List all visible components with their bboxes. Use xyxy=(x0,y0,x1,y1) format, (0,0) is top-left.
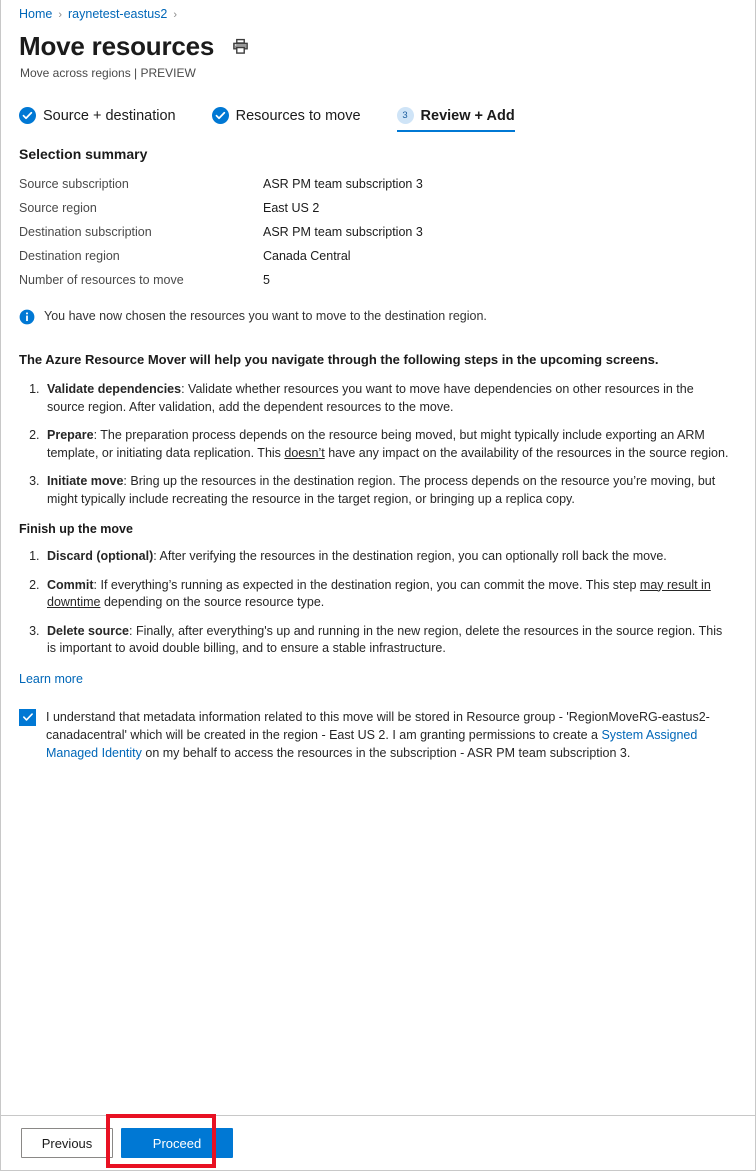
summary-row: Source region East US 2 xyxy=(19,196,755,220)
step-sep: : xyxy=(181,382,189,396)
step-term: Delete source xyxy=(47,623,129,638)
breadcrumb-separator-icon: › xyxy=(58,9,63,21)
summary-value: East US 2 xyxy=(263,201,320,215)
footer-bar: Previous Proceed xyxy=(1,1115,755,1170)
consent-row: I understand that metadata information r… xyxy=(1,686,755,762)
list-item: Delete source: Finally, after everything… xyxy=(43,623,733,658)
list-item: Initiate move: Bring up the resources in… xyxy=(43,473,733,508)
summary-key: Destination subscription xyxy=(19,225,152,239)
list-item: Prepare: The preparation process depends… xyxy=(43,427,733,462)
selection-summary-heading: Selection summary xyxy=(19,146,148,162)
tab-review-add-label: Review + Add xyxy=(420,107,515,124)
breadcrumb: Home › raynetest-eastus2 › xyxy=(1,0,755,24)
summary-key: Source region xyxy=(19,201,97,215)
summary-row: Destination subscription ASR PM team sub… xyxy=(19,220,755,244)
learn-more-row: Learn more xyxy=(1,658,755,686)
step-text-before: After verifying the resources in the des… xyxy=(159,549,667,563)
summary-key: Source subscription xyxy=(19,177,129,191)
printer-icon[interactable] xyxy=(232,38,249,55)
proceed-button[interactable]: Proceed xyxy=(121,1128,233,1158)
breadcrumb-item-home[interactable]: Home xyxy=(19,7,52,21)
tab-source-destination-label: Source + destination xyxy=(43,107,176,124)
info-message: You have now chosen the resources you wa… xyxy=(1,292,755,325)
summary-row: Source subscription ASR PM team subscrip… xyxy=(19,172,755,196)
breadcrumb-item-resource-group[interactable]: raynetest-eastus2 xyxy=(68,7,167,21)
summary-row: Destination region Canada Central xyxy=(19,244,755,268)
step-number-badge: 3 xyxy=(396,107,414,124)
upcoming-steps-list: Validate dependencies: Validate whether … xyxy=(1,381,755,508)
tab-source-destination[interactable]: Source + destination xyxy=(19,107,176,132)
summary-value: Canada Central xyxy=(263,249,351,263)
info-circle-icon xyxy=(19,309,35,325)
page-subtitle: Move across regions | PREVIEW xyxy=(20,66,196,80)
guidance-lead: The Azure Resource Mover will help you n… xyxy=(19,352,659,367)
tab-resources-to-move-label: Resources to move xyxy=(235,107,361,124)
step-text-before: Finally, after everything's up and runni… xyxy=(47,623,723,656)
consent-text-part2: on my behalf to access the resources in … xyxy=(141,745,631,760)
step-text-before: Bring up the resources in the destinatio… xyxy=(47,474,716,506)
page-title: Move resources xyxy=(19,31,215,61)
list-item: Commit: If everything’s running as expec… xyxy=(43,577,733,612)
step-term: Initiate move xyxy=(47,474,124,488)
learn-more-link[interactable]: Learn more xyxy=(19,672,83,686)
wizard-tabs: Source + destination Resources to move 3… xyxy=(1,81,755,132)
summary-key: Destination region xyxy=(19,249,120,263)
check-circle-icon xyxy=(19,107,36,124)
step-term: Prepare xyxy=(47,428,94,442)
list-item: Discard (optional): After verifying the … xyxy=(43,548,733,566)
summary-row: Number of resources to move 5 xyxy=(19,268,755,292)
consent-text: I understand that metadata information r… xyxy=(46,708,733,762)
summary-value: ASR PM team subscription 3 xyxy=(263,225,423,239)
title-row: Move resources xyxy=(1,24,755,62)
breadcrumb-separator-icon-2: › xyxy=(173,9,178,21)
step-underlined: doesn’t xyxy=(284,445,325,460)
step-term: Validate dependencies xyxy=(47,382,182,396)
finish-up-heading: Finish up the move xyxy=(19,522,133,536)
check-circle-icon-2 xyxy=(211,107,229,124)
step-term: Discard (optional) xyxy=(47,549,154,563)
step-sep: : xyxy=(128,623,136,638)
summary-value: 5 xyxy=(263,273,270,287)
selection-summary-table: Source subscription ASR PM team subscrip… xyxy=(1,162,755,292)
tab-review-add[interactable]: 3 Review + Add xyxy=(396,107,515,132)
list-item: Validate dependencies: Validate whether … xyxy=(43,381,733,416)
step-text-before: If everything’s running as expected in t… xyxy=(100,577,640,592)
step-text-after: have any impact on the availability of t… xyxy=(324,445,729,460)
finish-up-steps-list: Discard (optional): After verifying the … xyxy=(1,548,755,658)
info-message-text: You have now chosen the resources you wa… xyxy=(44,309,487,323)
step-text-after: depending on the source resource type. xyxy=(100,595,325,609)
move-resources-page: Home › raynetest-eastus2 › Move resources M… xyxy=(0,0,756,1171)
summary-key: Number of resources to move xyxy=(19,273,184,287)
consent-checkbox[interactable] xyxy=(19,708,36,726)
tab-resources-to-move[interactable]: Resources to move xyxy=(211,107,361,132)
step-term: Commit xyxy=(47,577,94,592)
previous-button[interactable]: Previous xyxy=(21,1128,113,1158)
summary-value: ASR PM team subscription 3 xyxy=(263,177,423,191)
